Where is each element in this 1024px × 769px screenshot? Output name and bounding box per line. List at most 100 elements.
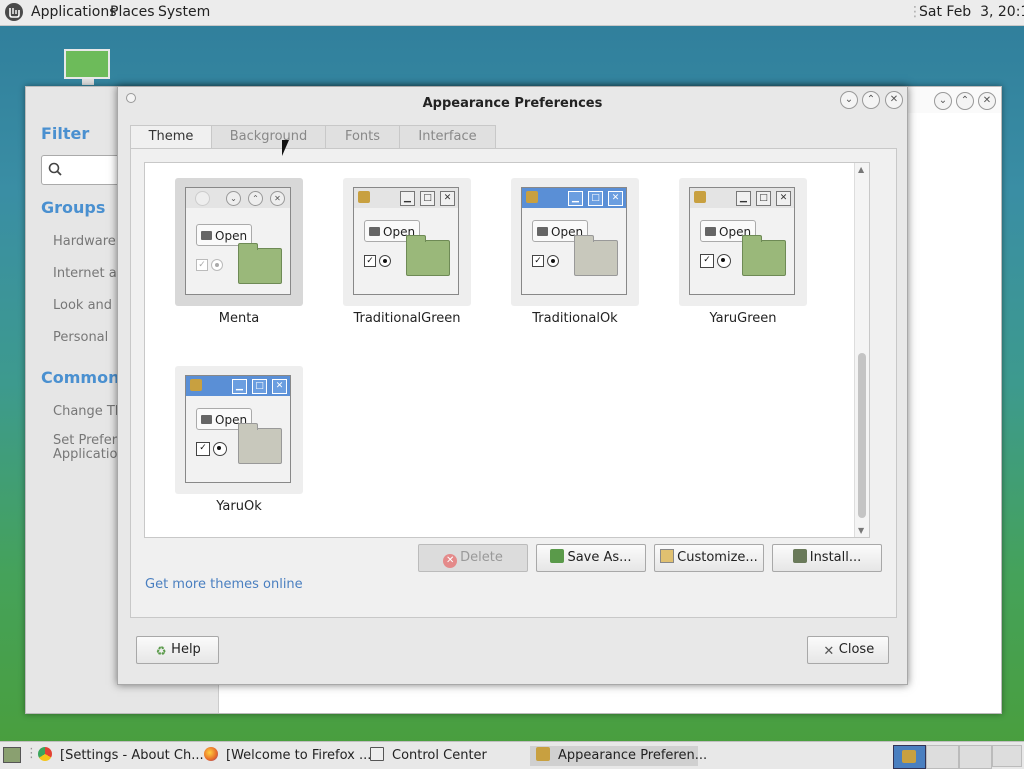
groups-heading: Groups <box>41 198 106 217</box>
theme-name: TraditionalOk <box>532 311 618 326</box>
preview-maximize-icon: □ <box>756 191 771 206</box>
appearance-preferences-dialog: Appearance Preferences ⌄ ⌃ ✕ Theme Backg… <box>117 86 908 685</box>
save-as-button[interactable]: Save As... <box>536 544 646 572</box>
mouse-pointer-icon <box>282 140 289 156</box>
theme-name: Menta <box>218 311 260 326</box>
theme-tab-panel: ⌄ ⌃ ✕ Open ✓ Menta ▁ □ ✕ Open ✓ Traditio… <box>130 148 897 618</box>
minimize-icon[interactable]: ⌄ <box>934 92 952 110</box>
task-change-theme[interactable]: Change Th <box>53 404 123 419</box>
group-look-and-feel[interactable]: Look and F <box>53 298 124 313</box>
computer-desktop-icon[interactable] <box>64 49 110 79</box>
preview-folder-icon <box>238 423 282 464</box>
workspace-2[interactable] <box>926 745 959 769</box>
theme-preview: ⌄ ⌃ ✕ Open ✓ <box>185 187 291 295</box>
group-hardware[interactable]: Hardware <box>53 234 116 249</box>
preview-maximize-icon: □ <box>420 191 435 206</box>
chrome-icon <box>38 747 52 761</box>
theme-name: TraditionalGreen <box>353 311 461 326</box>
preview-checkbox-icon: ✓ <box>196 442 210 456</box>
theme-item-traditionalok[interactable]: ▁ □ ✕ Open ✓ TraditionalOk <box>511 178 639 328</box>
workspace-3[interactable] <box>959 745 992 769</box>
preview-checkbox-icon: ✓ <box>196 259 208 271</box>
delete-button[interactable]: ✕ Delete <box>418 544 528 572</box>
theme-item-yarugreen[interactable]: ▁ □ ✕ Open ✓ YaruGreen <box>679 178 807 328</box>
system-menu[interactable]: System <box>158 4 210 20</box>
task-applications[interactable]: Application <box>53 447 126 462</box>
task-appearance-preferences[interactable]: Appearance Preferen... <box>530 746 707 766</box>
preview-close-icon: ✕ <box>776 191 791 206</box>
workspace-1[interactable] <box>893 745 926 769</box>
tab-bar: Theme Background Fonts Interface <box>130 125 894 150</box>
monitor-stand <box>82 79 94 85</box>
search-icon <box>48 162 62 176</box>
preview-minimize-icon: ⌄ <box>226 191 241 206</box>
preview-minimize-icon: ▁ <box>568 191 583 206</box>
task-set-preferred[interactable]: Set Prefer <box>53 433 117 448</box>
theme-item-traditionalgreen[interactable]: ▁ □ ✕ Open ✓ TraditionalGreen <box>343 178 471 328</box>
task-firefox[interactable]: [Welcome to Firefox ... <box>204 746 371 766</box>
clock[interactable]: Sat Feb 3, 20:14 <box>919 4 1024 20</box>
taskbar-separator: ⋮ <box>25 746 38 761</box>
task-settings-chrome[interactable]: [Settings - About Ch... <box>38 746 204 766</box>
minimize-icon[interactable]: ⌄ <box>840 91 858 109</box>
show-desktop-icon[interactable] <box>3 747 21 763</box>
preview-app-icon <box>358 191 370 203</box>
close-icon[interactable]: ✕ <box>885 91 903 109</box>
appearance-icon <box>902 750 916 763</box>
theme-preview: ▁ □ ✕ Open ✓ <box>353 187 459 295</box>
preview-radio-icon <box>547 255 559 267</box>
customize-icon <box>660 549 675 563</box>
theme-name: YaruGreen <box>709 311 777 326</box>
workspace-4[interactable] <box>992 745 1022 767</box>
close-icon[interactable]: ✕ <box>978 92 996 110</box>
delete-icon: ✕ <box>443 554 458 568</box>
help-button[interactable]: ♻ Help <box>136 636 219 664</box>
preview-folder-icon <box>238 243 282 284</box>
preview-radio-icon <box>717 254 731 268</box>
maximize-icon[interactable]: ⌃ <box>956 92 974 110</box>
install-label: Install... <box>809 550 862 565</box>
scroll-down-icon[interactable]: ▼ <box>858 526 864 535</box>
theme-item-yaruok[interactable]: ▁ □ ✕ Open ✓ YaruOk <box>175 366 303 516</box>
tab-interface[interactable]: Interface <box>399 125 496 148</box>
preview-minimize-icon: ▁ <box>736 191 751 206</box>
tab-background[interactable]: Background <box>211 125 326 148</box>
theme-preview: ▁ □ ✕ Open ✓ <box>185 375 291 483</box>
preview-checkbox-icon: ✓ <box>532 255 544 267</box>
tab-fonts[interactable]: Fonts <box>325 125 400 148</box>
scroll-up-icon[interactable]: ▲ <box>858 165 864 174</box>
theme-preview: ▁ □ ✕ Open ✓ <box>521 187 627 295</box>
maximize-icon[interactable]: ⌃ <box>862 91 880 109</box>
task-control-center[interactable]: Control Center <box>370 746 530 766</box>
preview-app-icon <box>190 379 202 391</box>
preview-window-menu-icon <box>195 191 210 206</box>
preview-folder-icon <box>574 235 618 276</box>
applications-menu[interactable]: Applications <box>31 4 117 20</box>
close-label: Close <box>838 642 875 657</box>
theme-item-menta[interactable]: ⌄ ⌃ ✕ Open ✓ Menta <box>175 178 303 328</box>
task-label: [Settings - About Ch... <box>60 748 204 763</box>
preview-radio-icon <box>211 259 223 271</box>
preview-checkbox-icon: ✓ <box>700 254 714 268</box>
preview-maximize-icon: □ <box>588 191 603 206</box>
theme-name: YaruOk <box>216 499 262 514</box>
appearance-icon <box>536 747 550 761</box>
group-personal[interactable]: Personal <box>53 330 108 345</box>
places-menu[interactable]: Places <box>110 4 155 20</box>
theme-preview: ▁ □ ✕ Open ✓ <box>689 187 795 295</box>
customize-button[interactable]: Customize... <box>654 544 764 572</box>
theme-list-scrollbar[interactable]: ▲ ▼ <box>854 163 869 537</box>
preview-radio-icon <box>379 255 391 267</box>
save-as-label: Save As... <box>567 550 632 565</box>
top-panel: Applications Places System ⋮ Sat Feb 3, … <box>0 0 1024 26</box>
tab-theme[interactable]: Theme <box>130 125 212 150</box>
mint-menu-icon[interactable] <box>4 2 24 22</box>
task-label: [Welcome to Firefox ... <box>226 748 372 763</box>
get-more-themes-link[interactable]: Get more themes online <box>145 577 303 592</box>
preview-close-icon: ✕ <box>440 191 455 206</box>
install-button[interactable]: Install... <box>772 544 882 572</box>
preview-minimize-icon: ▁ <box>400 191 415 206</box>
task-label: Control Center <box>392 748 487 763</box>
close-button[interactable]: ✕ Close <box>807 636 889 664</box>
scrollbar-thumb[interactable] <box>858 353 866 518</box>
